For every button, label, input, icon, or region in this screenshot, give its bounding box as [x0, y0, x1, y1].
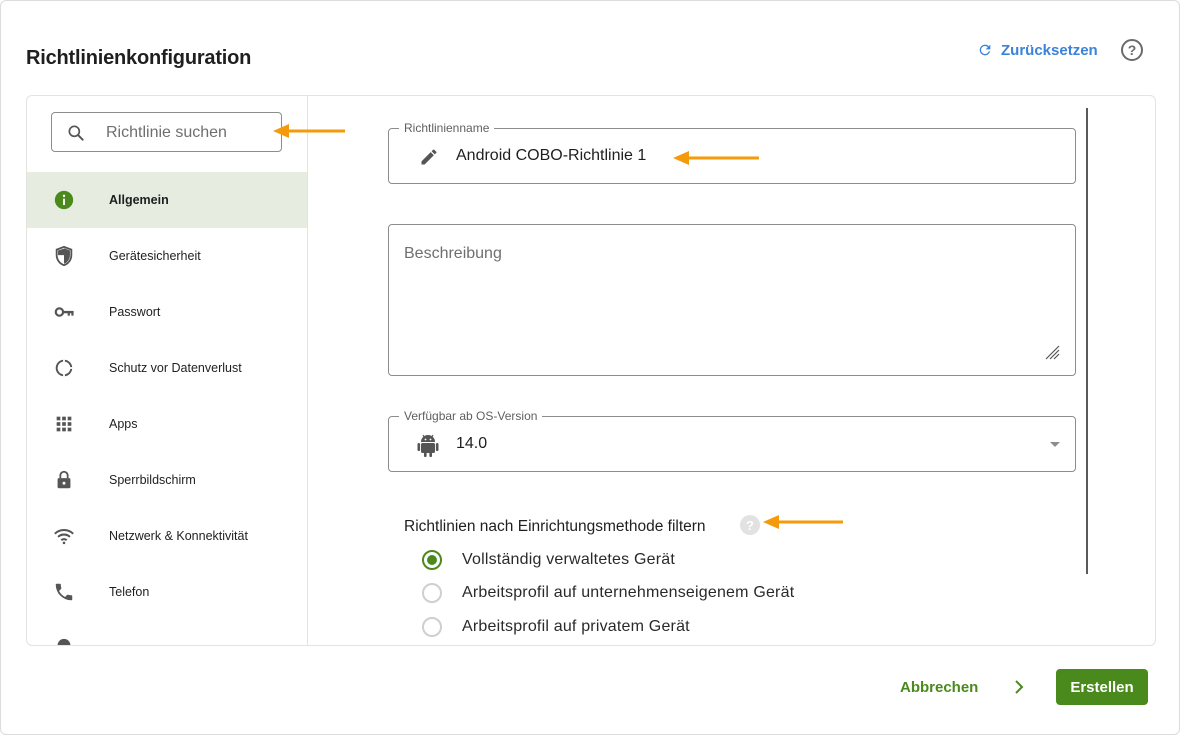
android-icon: [417, 434, 439, 457]
data-loss-icon: [53, 357, 75, 379]
sidebar: Allgemein Gerätesicherheit Passwort: [27, 96, 308, 645]
lock-icon: [53, 469, 75, 491]
sidebar-item-label: Allgemein: [109, 193, 169, 207]
sidebar-item-apps[interactable]: Apps: [27, 396, 307, 452]
form-content: Richtlinienname Android COBO-Richtlinie …: [308, 96, 1155, 645]
sidebar-item-label: Apps: [109, 417, 138, 431]
radio-label: Arbeitsprofil auf privatem Gerät: [462, 618, 690, 635]
chevron-right-icon[interactable]: [1011, 677, 1027, 697]
pencil-icon: [421, 149, 437, 165]
sidebar-item-sperrbildschirm[interactable]: Sperrbildschirm: [27, 452, 307, 508]
description-placeholder: Beschreibung: [404, 245, 502, 262]
sidebar-item-label: Netzwerk & Konnektivität: [109, 529, 248, 543]
phone-icon: [53, 581, 75, 603]
sidebar-item-label: Sperrbildschirm: [109, 473, 196, 487]
description-field[interactable]: Beschreibung: [388, 224, 1076, 376]
radio-label: Vollständig verwaltetes Gerät: [462, 551, 676, 568]
os-version-label: Verfügbar ab OS-Version: [399, 409, 543, 423]
sidebar-item-label: Gerätesicherheit: [109, 249, 201, 263]
sidebar-item-passwort[interactable]: Passwort: [27, 284, 307, 340]
radio-button[interactable]: [422, 583, 442, 603]
reset-button[interactable]: Zurücksetzen: [977, 41, 1098, 59]
policy-config-dialog: Richtlinienkonfiguration Zurücksetzen ? …: [0, 0, 1180, 735]
cancel-button[interactable]: Abbrechen: [900, 679, 978, 696]
radio-label: Arbeitsprofil auf unternehmenseigenem Ge…: [462, 584, 795, 601]
info-icon: [53, 189, 75, 211]
scrollbar[interactable]: [1086, 108, 1088, 574]
question-icon[interactable]: ?: [740, 515, 760, 535]
filter-title: Richtlinien nach Einrichtungsmethode fil…: [404, 518, 706, 535]
annotation-arrow-icon: [273, 124, 345, 138]
radio-fully-managed[interactable]: Vollständig verwaltetes Gerät: [422, 549, 675, 571]
key-icon: [53, 301, 75, 323]
sidebar-item-datenverlust[interactable]: Schutz vor Datenverlust: [27, 340, 307, 396]
sidebar-item-allgemein[interactable]: Allgemein: [27, 172, 307, 228]
help-icon[interactable]: ?: [1121, 39, 1143, 61]
radio-button-checked[interactable]: [422, 550, 442, 570]
os-version-select[interactable]: Verfügbar ab OS-Version 14.0: [388, 409, 1076, 472]
search-box: [51, 112, 282, 152]
sidebar-nav: Allgemein Gerätesicherheit Passwort Schu…: [27, 172, 307, 645]
policy-name-label: Richtlinienname: [399, 121, 495, 135]
apps-grid-icon: [53, 413, 75, 435]
radio-button[interactable]: [422, 617, 442, 637]
page-title: Richtlinienkonfiguration: [26, 47, 252, 69]
sidebar-item-partial[interactable]: [27, 620, 307, 645]
shield-icon: [53, 245, 75, 267]
policy-name-value: Android COBO-Richtlinie 1: [456, 147, 647, 164]
sidebar-item-label: Schutz vor Datenverlust: [109, 361, 242, 375]
search-icon: [68, 125, 84, 141]
sidebar-item-telefon[interactable]: Telefon: [27, 564, 307, 620]
location-icon: [53, 637, 75, 645]
sidebar-item-label: Telefon: [109, 585, 150, 599]
radio-work-profile-private[interactable]: Arbeitsprofil auf privatem Gerät: [422, 616, 690, 638]
refresh-icon: [979, 44, 991, 56]
annotation-arrow-icon: [763, 515, 843, 529]
create-button[interactable]: Erstellen: [1056, 669, 1148, 705]
sidebar-item-label: Passwort: [109, 305, 161, 319]
chevron-down-icon: [1050, 442, 1060, 447]
radio-work-profile-corporate[interactable]: Arbeitsprofil auf unternehmenseigenem Ge…: [422, 582, 794, 604]
wifi-icon: [53, 525, 75, 547]
sidebar-item-netzwerk[interactable]: Netzwerk & Konnektivität: [27, 508, 307, 564]
resize-handle-icon[interactable]: [1044, 344, 1060, 360]
reset-label: Zurücksetzen: [1001, 41, 1098, 59]
os-version-value: 14.0: [456, 435, 488, 452]
annotation-arrow-icon: [673, 151, 759, 165]
search-input[interactable]: [106, 122, 276, 144]
sidebar-item-geraetesicherheit[interactable]: Gerätesicherheit: [27, 228, 307, 284]
config-panel: Allgemein Gerätesicherheit Passwort: [26, 95, 1156, 646]
